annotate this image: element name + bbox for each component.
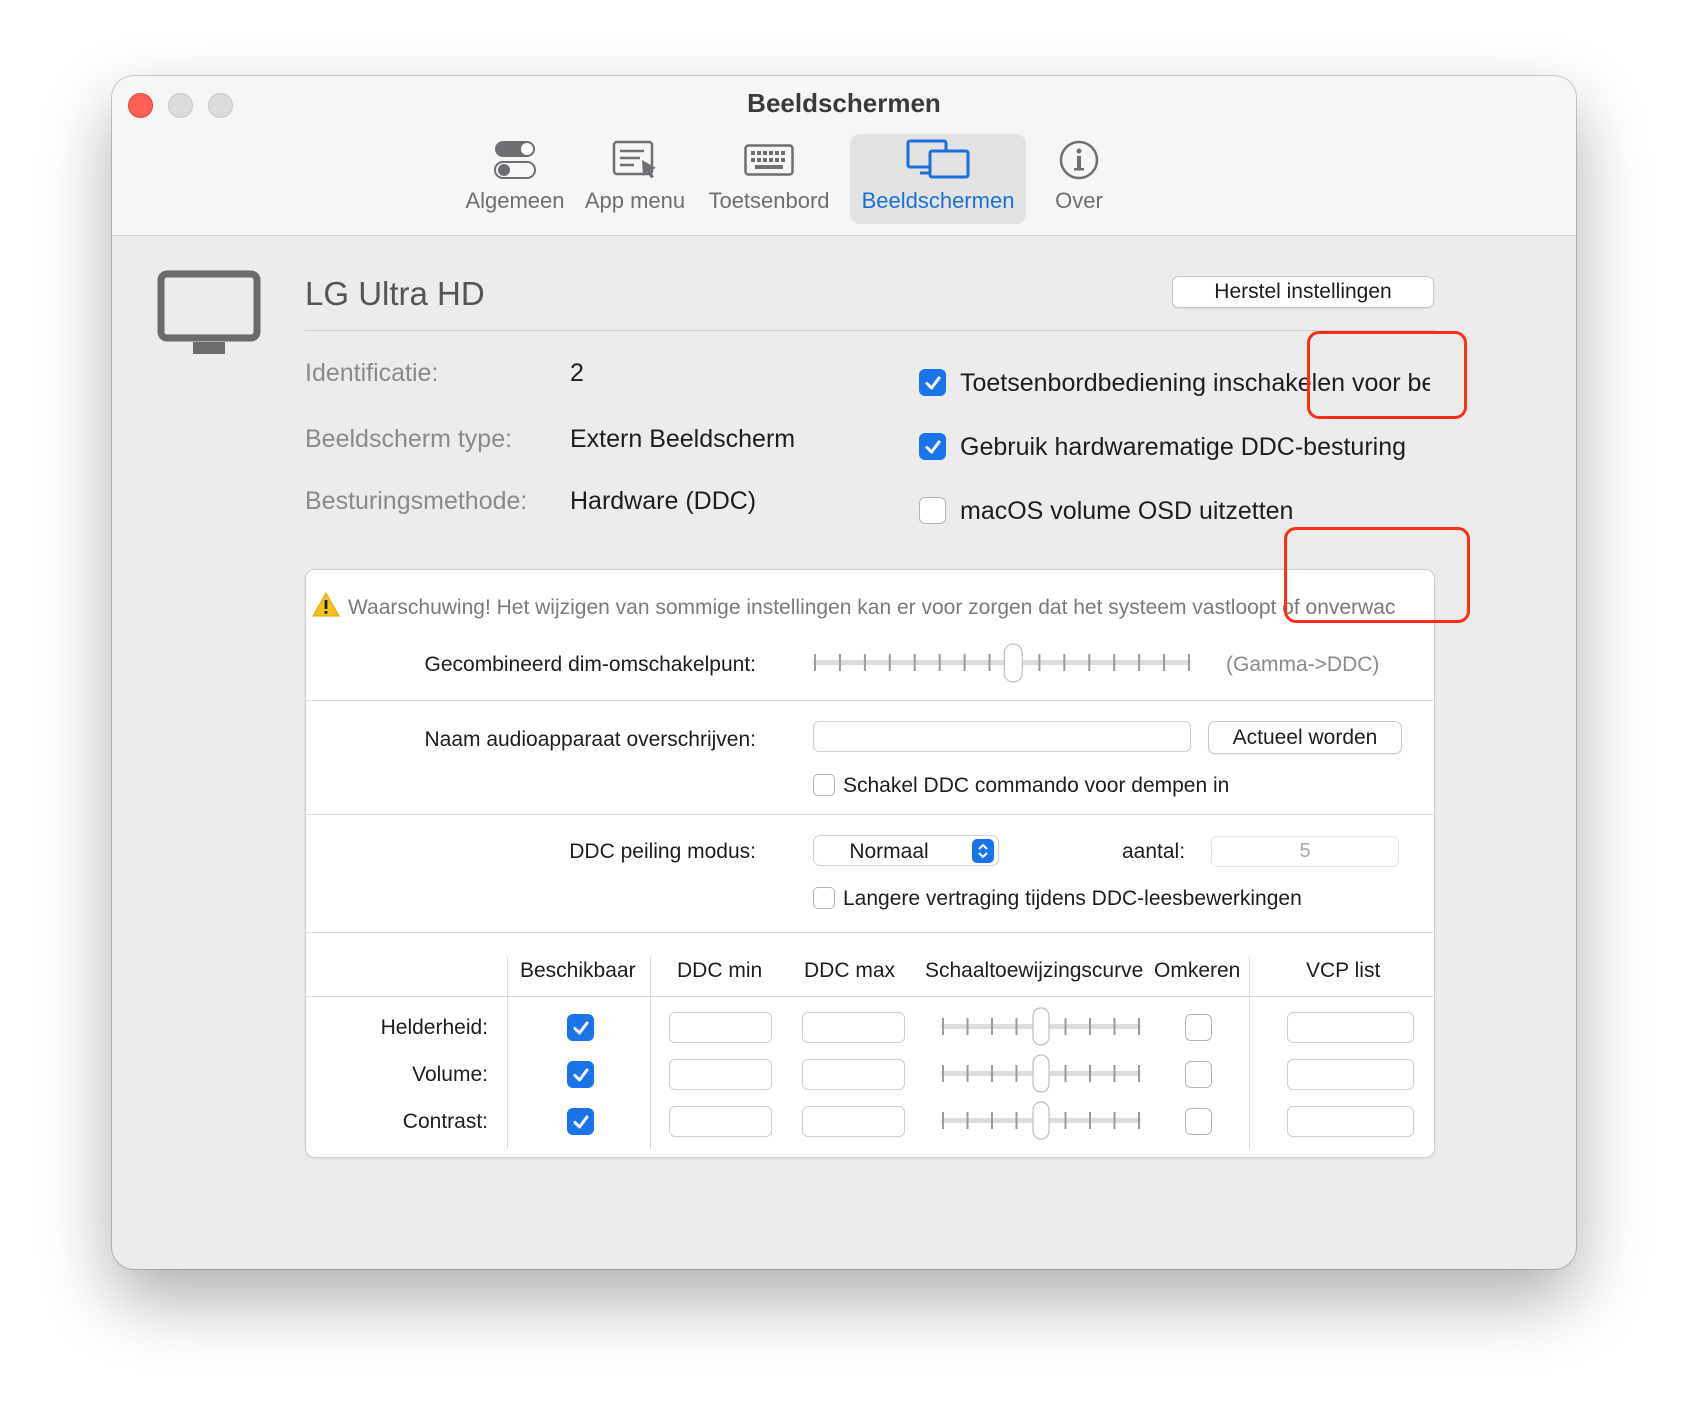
brightness-ddc-min-input[interactable] [669, 1012, 772, 1043]
ddc-poll-select[interactable]: Normaal [813, 835, 999, 866]
col-invert: Omkeren [1154, 959, 1241, 982]
volume-vcp-list-input[interactable] [1287, 1059, 1414, 1090]
separator [306, 814, 1434, 815]
col-ddc-min: DDC min [677, 959, 763, 982]
reset-settings-button[interactable]: Herstel instellingen [1172, 276, 1434, 308]
row-contrast-label: Contrast: [402, 1110, 488, 1133]
display-name: LG Ultra HD [305, 275, 485, 312]
titlebar: Beeldschermen Algemeen App menu Toetsenb… [112, 76, 1576, 236]
chevron-updown-icon [972, 839, 994, 863]
annotation-highlight [1307, 331, 1467, 419]
type-value: Extern Beeldscherm [570, 425, 796, 453]
longer-delay-label: Langere vertraging tijdens DDC-leesbewer… [843, 887, 1302, 910]
tab-algemeen[interactable]: Algemeen [459, 134, 571, 224]
warning-text: Waarschuwing! Het wijzigen van sommige i… [312, 591, 1396, 623]
ddc-hardware-checkbox[interactable] [919, 433, 946, 460]
method-label: Besturingsmethode: [305, 487, 528, 515]
contrast-available-checkbox[interactable] [567, 1108, 594, 1135]
warning-icon [312, 591, 340, 623]
type-label: Beeldscherm type: [305, 425, 513, 453]
tab-label: Toetsenbord [708, 188, 830, 213]
column-divider [1249, 957, 1250, 1149]
keyboard-icon [702, 134, 836, 186]
separator [306, 932, 1434, 933]
col-ddc-max: DDC max [804, 959, 896, 982]
tab-beeldschermen[interactable]: Beeldschermen [850, 134, 1026, 224]
brightness-available-checkbox[interactable] [567, 1014, 594, 1041]
dim-switchpoint-note: (Gamma->DDC) [1226, 653, 1380, 676]
col-vcp-list: VCP list [1306, 959, 1381, 982]
audio-device-label: Naam audioapparaat overschrijven: [424, 728, 756, 751]
tab-label: Beeldschermen [861, 188, 1015, 213]
volume-invert-checkbox[interactable] [1185, 1061, 1212, 1088]
contrast-ddc-max-input[interactable] [802, 1106, 905, 1137]
tab-label: Algemeen [465, 188, 565, 213]
preferences-window: Beeldschermen Algemeen App menu Toetsenb… [112, 76, 1576, 1269]
info-icon [1034, 134, 1124, 186]
contrast-invert-checkbox[interactable] [1185, 1108, 1212, 1135]
audio-device-input[interactable] [813, 721, 1191, 752]
ddc-poll-value: Normaal [849, 840, 929, 863]
ddc-hardware-label: Gebruik hardwarematige DDC-besturing [960, 433, 1407, 461]
contrast-vcp-list-input[interactable] [1287, 1106, 1414, 1137]
keyboard-control-checkbox[interactable] [919, 369, 946, 396]
volume-ddc-min-input[interactable] [669, 1059, 772, 1090]
tab-label: Over [1055, 188, 1103, 213]
col-available: Beschikbaar [520, 959, 636, 982]
tab-over[interactable]: Over [1034, 134, 1124, 224]
count-label: aantal: [1122, 840, 1186, 863]
brightness-vcp-list-input[interactable] [1287, 1012, 1414, 1043]
col-curve: Schaaltoewijzingscurve [925, 959, 1144, 982]
id-value: 2 [570, 359, 584, 387]
tab-app-menu[interactable]: App menu [580, 134, 690, 224]
ddc-poll-label: DDC peiling modus: [569, 840, 756, 863]
volume-ddc-max-input[interactable] [802, 1059, 905, 1090]
window-title: Beeldschermen [747, 88, 941, 118]
volume-available-checkbox[interactable] [567, 1061, 594, 1088]
update-button[interactable]: Actueel worden [1208, 721, 1402, 754]
contrast-curve-slider[interactable] [939, 1101, 1145, 1141]
toggles-icon [459, 134, 571, 186]
ddc-mute-checkbox[interactable] [813, 774, 835, 796]
row-brightness-label: Helderheid: [380, 1016, 488, 1039]
count-input[interactable]: 5 [1211, 836, 1399, 867]
osd-off-label: macOS volume OSD uitzetten [960, 497, 1294, 525]
osd-off-checkbox[interactable] [919, 497, 946, 524]
brightness-curve-slider[interactable] [939, 1007, 1145, 1047]
annotation-highlight [1284, 527, 1470, 623]
column-divider [507, 957, 508, 1149]
tab-toetsenbord[interactable]: Toetsenbord [702, 134, 836, 224]
brightness-ddc-max-input[interactable] [802, 1012, 905, 1043]
monitor-icon [157, 270, 261, 367]
tab-label: App menu [584, 188, 686, 213]
id-label: Identificatie: [305, 359, 439, 387]
brightness-invert-checkbox[interactable] [1185, 1014, 1212, 1041]
ddc-mute-label: Schakel DDC commando voor dempen in [843, 774, 1230, 797]
app-menu-icon [580, 134, 690, 186]
dim-switchpoint-slider[interactable] [811, 642, 1195, 684]
divider [305, 330, 1435, 331]
contrast-ddc-min-input[interactable] [669, 1106, 772, 1137]
volume-curve-slider[interactable] [939, 1054, 1145, 1094]
displays-icon [850, 134, 1026, 186]
column-divider [650, 957, 651, 1149]
advanced-settings-panel: Waarschuwing! Het wijzigen van sommige i… [305, 569, 1435, 1158]
separator [306, 996, 1434, 997]
method-value: Hardware (DDC) [570, 487, 757, 515]
longer-delay-checkbox[interactable] [813, 887, 835, 909]
warning-message: Waarschuwing! Het wijzigen van sommige i… [348, 595, 1396, 619]
separator [306, 700, 1434, 701]
row-volume-label: Volume: [412, 1063, 488, 1086]
dim-switchpoint-label: Gecombineerd dim-omschakelpunt: [424, 653, 757, 676]
